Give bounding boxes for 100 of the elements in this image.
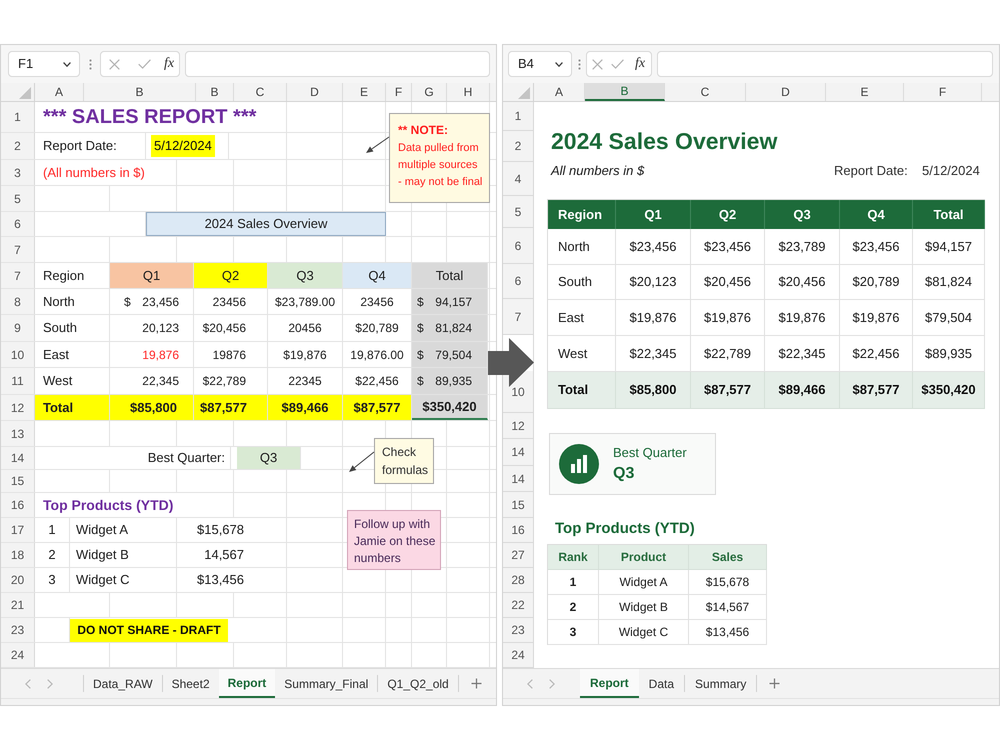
chevron-right-icon[interactable] <box>47 678 53 688</box>
row-header[interactable]: 16 <box>1 493 35 517</box>
row-header[interactable]: 15 <box>503 492 534 518</box>
cross-icon[interactable] <box>592 58 603 70</box>
row-header[interactable]: 6 <box>503 228 534 264</box>
row-header[interactable]: 4 <box>503 162 534 196</box>
table-cell: South <box>35 315 110 341</box>
table-cell: $23,789.00 <box>268 289 343 314</box>
vertical-dots-icon[interactable] <box>89 58 92 70</box>
sheet-tab[interactable]: Data_RAW <box>84 669 162 698</box>
row-header[interactable]: 10 <box>1 342 35 367</box>
plus-icon[interactable] <box>769 678 780 689</box>
row-header[interactable]: 6 <box>1 212 35 236</box>
table-cell: $20,789 <box>840 265 913 300</box>
table-cell: $14,567 <box>689 595 767 620</box>
column-header[interactable]: G <box>412 83 447 101</box>
row-header[interactable]: 1 <box>1 102 35 132</box>
check-icon[interactable] <box>611 59 624 69</box>
row-header[interactable]: 7 <box>1 237 35 262</box>
chevron-left-icon[interactable] <box>527 678 533 688</box>
row-header[interactable]: 14 <box>503 466 534 492</box>
table-header-cell: Product <box>599 545 689 570</box>
row-header[interactable]: 8 <box>1 289 35 314</box>
row-header[interactable]: 9 <box>1 315 35 341</box>
chevron-down-icon[interactable] <box>63 62 71 66</box>
row-header[interactable]: 6 <box>503 264 534 299</box>
column-header[interactable]: C <box>234 83 287 101</box>
corner-triangle-icon[interactable] <box>19 87 31 99</box>
row-header[interactable]: 22 <box>503 593 534 618</box>
check-icon[interactable] <box>138 59 151 69</box>
row-header[interactable]: 12 <box>503 413 534 439</box>
table-cell: 2 <box>548 595 599 620</box>
formula-input-field[interactable] <box>185 51 490 77</box>
table-cell: $89,466 <box>765 372 840 409</box>
sheet-tab[interactable]: Summary <box>685 669 756 698</box>
row-header[interactable]: 24 <box>1 643 35 667</box>
table-cell: $87,577 <box>194 395 268 420</box>
column-header[interactable]: F <box>904 83 982 101</box>
row-header[interactable]: 18 <box>1 543 35 567</box>
table-cell: $22,789 <box>194 368 268 394</box>
sheet-tab[interactable]: Data <box>638 669 684 698</box>
arrow-right-icon <box>487 337 535 388</box>
column-header[interactable]: B <box>585 83 665 101</box>
name-box[interactable]: B4 <box>508 51 572 77</box>
chevron-right-icon[interactable] <box>549 678 555 688</box>
row-header[interactable]: 11 <box>1 368 35 394</box>
table-cell: 20456 <box>268 315 343 341</box>
row-header[interactable]: 5 <box>1 186 35 211</box>
column-header[interactable]: E <box>826 83 904 101</box>
row-header[interactable]: 13 <box>1 421 35 446</box>
row-header[interactable]: 28 <box>503 568 534 593</box>
row-header[interactable]: 16 <box>503 518 534 543</box>
row-header[interactable]: 24 <box>503 643 534 668</box>
column-header[interactable]: A <box>35 83 84 101</box>
row-header[interactable]: 14 <box>503 439 534 466</box>
column-header[interactable]: H <box>447 83 490 101</box>
sheet-tab[interactable]: Sheet2 <box>162 669 219 698</box>
sheet-tab[interactable]: Report <box>580 669 639 698</box>
column-header[interactable]: D <box>746 83 826 101</box>
table-cell: East <box>35 342 110 367</box>
row-header[interactable]: 5 <box>503 196 534 228</box>
row-header[interactable]: 23 <box>1 618 35 642</box>
bar-chart-icon <box>559 444 599 484</box>
column-header[interactable]: D <box>287 83 343 101</box>
leader-arrow <box>347 450 376 474</box>
row-header[interactable]: 2 <box>503 131 534 162</box>
column-header[interactable]: E <box>343 83 386 101</box>
corner-triangle-icon[interactable] <box>518 87 530 99</box>
row-header[interactable]: 7 <box>503 299 534 335</box>
insert-function-button[interactable]: fx <box>164 56 174 72</box>
chevron-down-icon[interactable] <box>555 62 563 66</box>
name-box[interactable]: F1 <box>8 51 80 77</box>
row-header[interactable]: 15 <box>1 470 35 492</box>
cross-icon[interactable] <box>109 58 120 70</box>
row-header[interactable]: 27 <box>503 543 534 568</box>
sheet-tab[interactable]: Report <box>218 669 276 698</box>
column-header[interactable]: C <box>665 83 746 101</box>
row-header[interactable]: 23 <box>503 618 534 643</box>
vertical-dots-icon[interactable] <box>578 58 581 70</box>
row-header[interactable]: 3 <box>1 160 35 185</box>
table-cell: $23,456 <box>691 229 765 265</box>
table-cell: $19,876 <box>691 300 765 336</box>
row-header[interactable]: 12 <box>1 395 35 420</box>
column-header[interactable]: F <box>386 83 412 101</box>
plus-icon[interactable] <box>470 678 482 689</box>
row-header[interactable]: 21 <box>1 593 35 617</box>
row-header[interactable]: 17 <box>1 518 35 542</box>
sheet-tab[interactable]: Summary_Final <box>275 669 378 698</box>
chevron-left-icon[interactable] <box>25 678 31 688</box>
row-header[interactable]: 14 <box>1 447 35 469</box>
insert-function-button[interactable]: fx <box>635 56 646 72</box>
sheet-tab[interactable]: Q1_Q2_old <box>378 669 458 698</box>
row-header[interactable]: 2 <box>1 133 35 159</box>
column-header[interactable]: B <box>196 83 234 101</box>
row-header[interactable]: 1 <box>503 102 534 131</box>
formula-input-field[interactable] <box>657 51 993 77</box>
row-header[interactable]: 20 <box>1 568 35 592</box>
row-header[interactable]: 7 <box>1 263 35 288</box>
column-header[interactable]: B <box>84 83 196 101</box>
table-header-cell: Rank <box>548 545 599 570</box>
